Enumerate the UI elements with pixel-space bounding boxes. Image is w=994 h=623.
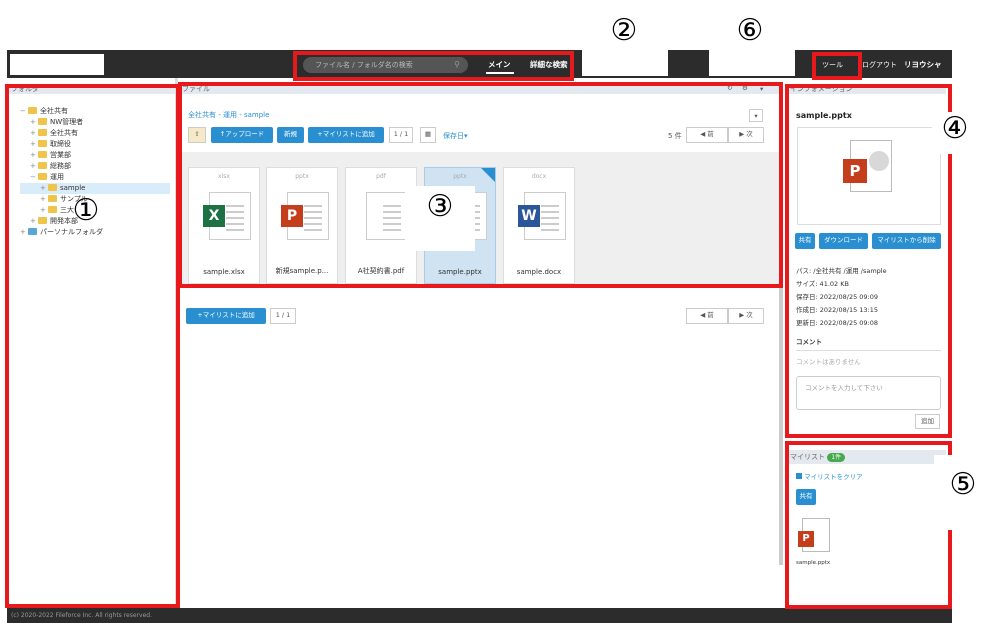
highlight-mylist-panel [785, 441, 952, 609]
footer: (c) 2020-2022 Fileforce Inc. All rights … [7, 608, 952, 623]
lower-next-button[interactable]: ▶ 次 [728, 308, 764, 324]
callout-3: ③ [405, 186, 475, 251]
masked-area [582, 50, 668, 76]
highlight-file-panel [178, 82, 783, 288]
callout-2: ② [597, 14, 651, 50]
callout-5: ⑤ [934, 455, 992, 530]
highlight-search-area [293, 51, 574, 81]
lower-page-indicator: 1 / 1 [270, 308, 296, 324]
lower-prev-button[interactable]: ◀ 前 [686, 308, 728, 324]
logo-area [10, 54, 104, 75]
user-name[interactable]: リヨウシャ [904, 58, 942, 72]
highlight-folder-panel [5, 84, 180, 608]
callout-1: ① [72, 193, 100, 228]
lower-add-mylist-button[interactable]: +マイリストに追加 [186, 308, 266, 324]
highlight-tools [812, 52, 862, 80]
logout-link[interactable]: ログアウト [862, 58, 897, 72]
callout-4: ④ [932, 112, 978, 154]
highlight-info-panel [785, 84, 952, 438]
masked-area [709, 50, 795, 76]
callout-6: ⑥ [723, 14, 777, 50]
